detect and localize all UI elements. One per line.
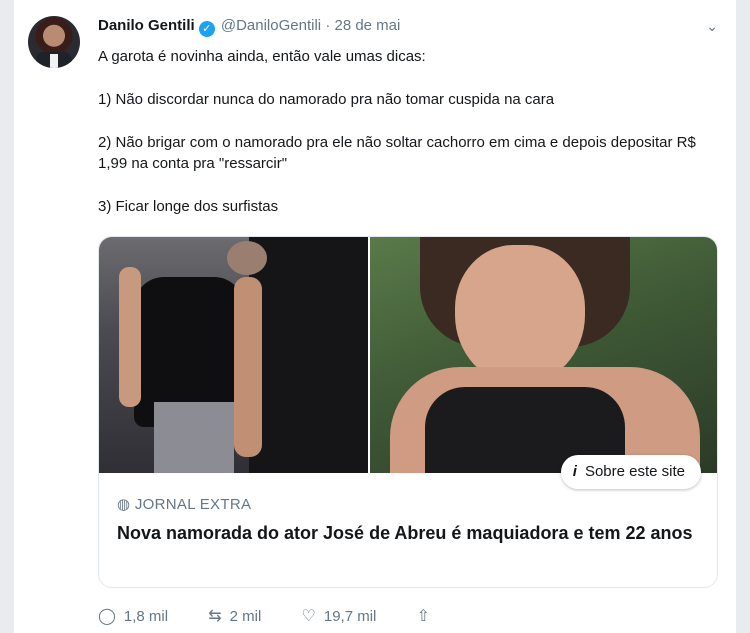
tweet: Danilo Gentili ✓ @DaniloGentili · 28 de m…	[14, 0, 736, 633]
reply-button[interactable]: ◯ 1,8 mil	[98, 606, 168, 626]
like-button[interactable]: ♡ 19,7 mil	[302, 606, 377, 626]
share-button[interactable]: ⇧	[417, 606, 438, 626]
jacket-shape	[249, 237, 368, 473]
share-icon: ⇧	[416, 608, 430, 625]
source-label: JORNAL EXTRA	[134, 496, 252, 513]
skirt-shape	[154, 402, 234, 473]
reply-count: 1,8 mil	[123, 608, 169, 625]
tweet-line: 3) Ficar longe dos surfistas	[98, 198, 279, 215]
retweet-button[interactable]: ⇆ 2 mil	[208, 606, 261, 626]
link-card[interactable]: i Sobre este site ◍ JORNAL EXTRA Nova nam…	[98, 236, 718, 588]
info-icon: i	[572, 463, 577, 480]
about-label: Sobre este site	[584, 463, 685, 480]
man-head-shape	[227, 241, 267, 275]
avatar-shirt	[50, 54, 58, 68]
tweet-line: 2) Não brigar com o namorado pra ele não…	[98, 134, 696, 172]
face-shape	[455, 245, 585, 385]
card-source: ◍ JORNAL EXTRA	[117, 495, 251, 513]
tweet-date[interactable]: · 28 de mai	[325, 17, 400, 34]
avatar[interactable]	[28, 16, 80, 68]
handle[interactable]: @DaniloGentili	[221, 17, 321, 34]
about-this-site-button[interactable]: i Sobre este site	[560, 455, 701, 489]
retweet-icon: ⇆	[208, 608, 222, 625]
tweet-line: A garota é novinha ainda, então vale uma…	[98, 48, 426, 65]
tweet-actions: ◯ 1,8 mil ⇆ 2 mil ♡ 19,7 mil ⇧	[98, 606, 474, 626]
arm-shape	[119, 267, 141, 407]
like-count: 19,7 mil	[323, 608, 377, 625]
card-image-left	[99, 237, 368, 473]
retweet-count: 2 mil	[229, 608, 262, 625]
tweet-text: A garota é novinha ainda, então vale uma…	[98, 46, 723, 239]
reply-icon: ◯	[98, 608, 116, 625]
display-name[interactable]: Danilo Gentili	[98, 17, 195, 34]
globe-icon: ◍	[117, 496, 131, 513]
card-image-right	[370, 237, 717, 473]
chevron-down-icon[interactable]: ⌄	[706, 18, 718, 35]
card-title[interactable]: Nova namorada do ator José de Abreu é ma…	[117, 521, 697, 545]
arm-shape	[234, 277, 262, 457]
tweet-header: Danilo Gentili ✓ @DaniloGentili · 28 de m…	[98, 17, 400, 37]
tweet-line: 1) Não discordar nunca do namorado pra n…	[98, 91, 555, 108]
verified-badge-icon: ✓	[198, 21, 215, 37]
like-icon: ♡	[301, 608, 316, 625]
